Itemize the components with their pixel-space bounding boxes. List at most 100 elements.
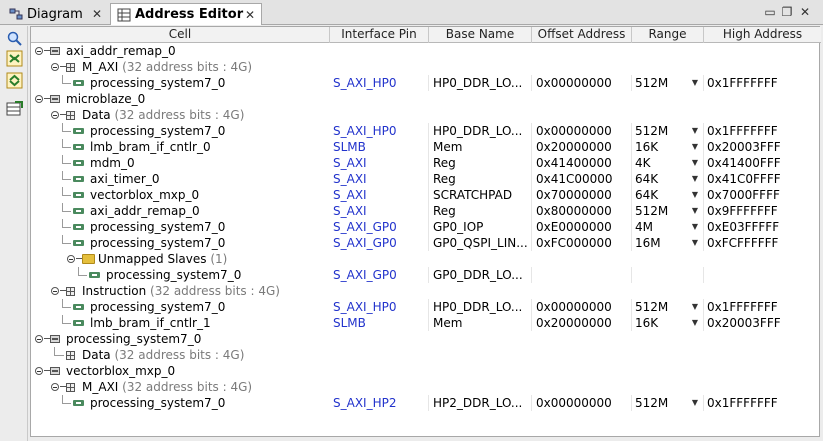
restore-icon[interactable]: ❐ <box>779 5 795 19</box>
close-window-icon[interactable]: ✕ <box>797 5 813 19</box>
tab-diagram[interactable]: Diagram ✕ <box>3 3 108 25</box>
collapse-toggle-icon[interactable] <box>67 255 75 263</box>
interface-pin[interactable]: S_AXI <box>330 171 429 187</box>
table-row[interactable]: axi_addr_remap_0 <box>31 43 821 59</box>
offset-address[interactable]: 0x20000000 <box>532 139 632 155</box>
collapse-toggle-icon[interactable] <box>51 287 59 295</box>
offset-address[interactable]: 0x00000000 <box>532 299 632 315</box>
offset-address[interactable]: 0xE0000000 <box>532 219 632 235</box>
collapse-toggle-icon[interactable] <box>35 335 43 343</box>
range-select[interactable]: 512M ▼ <box>632 203 704 219</box>
dropdown-arrow-icon[interactable]: ▼ <box>692 299 698 315</box>
interface-pin[interactable]: S_AXI_GP0 <box>330 219 429 235</box>
search-icon[interactable] <box>6 30 23 47</box>
column-header-high-address[interactable]: High Address <box>704 27 821 43</box>
range-select[interactable] <box>632 267 704 283</box>
collapse-toggle-icon[interactable] <box>51 63 59 71</box>
interface-pin[interactable]: S_AXI <box>330 203 429 219</box>
dropdown-arrow-icon[interactable]: ▼ <box>692 123 698 139</box>
interface-pin[interactable]: SLMB <box>330 139 429 155</box>
range-select[interactable]: 4M ▼ <box>632 219 704 235</box>
table-row[interactable]: microblaze_0 <box>31 91 821 107</box>
table-row[interactable]: axi_addr_remap_0 S_AXI Reg 0x80000000 512M ▼ 0… <box>31 203 821 219</box>
collapse-toggle-icon[interactable] <box>51 383 59 391</box>
range-select[interactable]: 16K ▼ <box>632 315 704 331</box>
dropdown-arrow-icon[interactable]: ▼ <box>692 187 698 203</box>
table-row[interactable]: lmb_bram_if_cntlr_0 SLMB Mem 0x20000000 16K ▼… <box>31 139 821 155</box>
table-row[interactable]: mdm_0 S_AXI Reg 0x41400000 4K ▼ 0x41400FFF <box>31 155 821 171</box>
offset-address[interactable]: 0x00000000 <box>532 395 632 411</box>
dropdown-arrow-icon[interactable]: ▼ <box>692 219 698 235</box>
table-row[interactable]: processing_system7_0 S_AXI_HP0 HP0_DDR_LO.… <box>31 299 821 315</box>
range-select[interactable]: 64K ▼ <box>632 171 704 187</box>
close-icon[interactable]: ✕ <box>245 8 255 22</box>
column-header-base-name[interactable]: Base Name <box>429 27 532 43</box>
collapse-toggle-icon[interactable] <box>35 47 43 55</box>
table-row[interactable]: vectorblox_mxp_0 S_AXI SCRATCHPAD 0x7000000… <box>31 187 821 203</box>
dropdown-arrow-icon[interactable]: ▼ <box>692 139 698 155</box>
range-select[interactable]: 512M ▼ <box>632 75 704 91</box>
dropdown-arrow-icon[interactable]: ▼ <box>692 235 698 251</box>
offset-address[interactable]: 0x41C00000 <box>532 171 632 187</box>
collapse-all-icon[interactable] <box>6 50 23 67</box>
dropdown-arrow-icon[interactable]: ▼ <box>692 171 698 187</box>
offset-address[interactable]: 0x41400000 <box>532 155 632 171</box>
interface-pin[interactable]: S_AXI_HP0 <box>330 75 429 91</box>
table-row[interactable]: Unmapped Slaves (1) <box>31 251 821 267</box>
offset-address[interactable]: 0x20000000 <box>532 315 632 331</box>
table-row[interactable]: processing_system7_0 S_AXI_HP0 HP0_DDR_LO.… <box>31 123 821 139</box>
collapse-toggle-icon[interactable] <box>35 95 43 103</box>
interface-pin[interactable]: S_AXI_GP0 <box>330 235 429 251</box>
interface-pin[interactable]: S_AXI_GP0 <box>330 267 429 283</box>
offset-address[interactable] <box>532 267 632 283</box>
range-select[interactable]: 64K ▼ <box>632 187 704 203</box>
range-select[interactable]: 512M ▼ <box>632 299 704 315</box>
dropdown-arrow-icon[interactable]: ▼ <box>692 395 698 411</box>
offset-address[interactable]: 0x70000000 <box>532 187 632 203</box>
auto-assign-address-icon[interactable] <box>6 100 23 117</box>
table-row[interactable]: lmb_bram_if_cntlr_1 SLMB Mem 0x20000000 16K ▼… <box>31 315 821 331</box>
collapse-toggle-icon[interactable] <box>51 111 59 119</box>
collapse-toggle-icon[interactable] <box>35 367 43 375</box>
table-row[interactable]: Data (32 address bits : 4G) <box>31 347 821 363</box>
close-icon[interactable]: ✕ <box>92 7 102 21</box>
dropdown-arrow-icon[interactable]: ▼ <box>692 203 698 219</box>
expand-all-icon[interactable] <box>6 72 23 89</box>
table-row[interactable]: Data (32 address bits : 4G) <box>31 107 821 123</box>
offset-address[interactable]: 0x00000000 <box>532 75 632 91</box>
table-row[interactable]: processing_system7_0 S_AXI_HP2 HP2_DDR_LO.… <box>31 395 821 411</box>
dropdown-arrow-icon[interactable]: ▼ <box>692 315 698 331</box>
interface-pin[interactable]: S_AXI_HP0 <box>330 123 429 139</box>
column-header-interface-pin[interactable]: Interface Pin <box>330 27 429 43</box>
table-row[interactable]: processing_system7_0 S_AXI_GP0 GP0_QSPI_LI… <box>31 235 821 251</box>
table-row[interactable]: vectorblox_mxp_0 <box>31 363 821 379</box>
table-row[interactable]: processing_system7_0 <box>31 331 821 347</box>
dropdown-arrow-icon[interactable]: ▼ <box>692 75 698 91</box>
minimize-icon[interactable]: ▭ <box>762 5 778 19</box>
interface-pin[interactable]: SLMB <box>330 315 429 331</box>
offset-address[interactable]: 0xFC000000 <box>532 235 632 251</box>
range-select[interactable]: 16K ▼ <box>632 139 704 155</box>
interface-pin[interactable]: S_AXI_HP0 <box>330 299 429 315</box>
range-select[interactable]: 512M ▼ <box>632 395 704 411</box>
offset-address[interactable]: 0x80000000 <box>532 203 632 219</box>
table-row[interactable]: processing_system7_0 S_AXI_HP0 HP0_DDR_LO.… <box>31 75 821 91</box>
column-header-range[interactable]: Range <box>632 27 704 43</box>
interface-pin[interactable]: S_AXI_HP2 <box>330 395 429 411</box>
column-header-cell[interactable]: Cell <box>31 27 330 43</box>
range-select[interactable]: 16M ▼ <box>632 235 704 251</box>
offset-address[interactable]: 0x00000000 <box>532 123 632 139</box>
interface-pin[interactable]: S_AXI <box>330 155 429 171</box>
range-select[interactable]: 4K ▼ <box>632 155 704 171</box>
table-row[interactable]: Instruction (32 address bits : 4G) <box>31 283 821 299</box>
range-select[interactable]: 512M ▼ <box>632 123 704 139</box>
table-row[interactable]: processing_system7_0 S_AXI_GP0 GP0_DDR_LO.… <box>31 267 821 283</box>
column-header-offset-address[interactable]: Offset Address <box>532 27 632 43</box>
interface-pin[interactable]: S_AXI <box>330 187 429 203</box>
tab-address-editor[interactable]: Address Editor ✕ <box>110 3 262 25</box>
table-row[interactable]: processing_system7_0 S_AXI_GP0 GP0_IOP 0xE0… <box>31 219 821 235</box>
dropdown-arrow-icon[interactable]: ▼ <box>692 155 698 171</box>
table-row[interactable]: M_AXI (32 address bits : 4G) <box>31 379 821 395</box>
table-row[interactable]: axi_timer_0 S_AXI Reg 0x41C00000 64K ▼ 0x41C0F… <box>31 171 821 187</box>
table-row[interactable]: M_AXI (32 address bits : 4G) <box>31 59 821 75</box>
